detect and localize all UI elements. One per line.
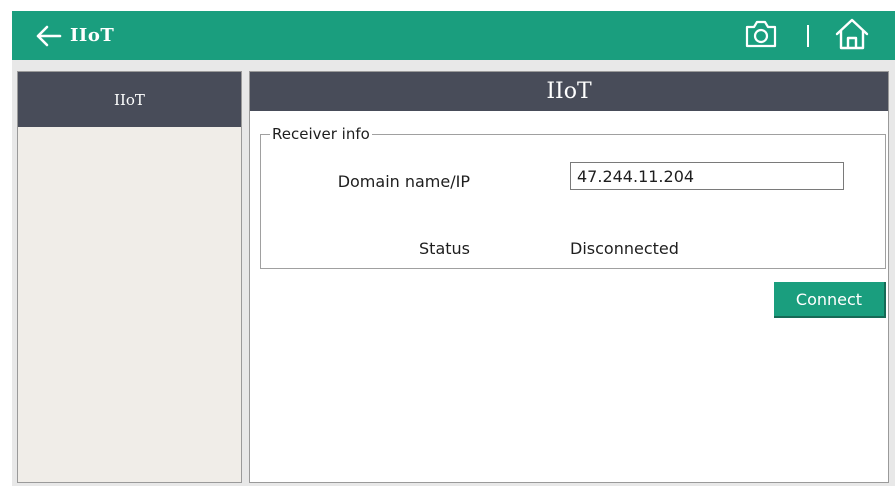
sidebar-item-label: IIoT [114, 90, 145, 109]
camera-icon [744, 19, 778, 53]
sidebar-item-iiot[interactable]: IIoT [18, 72, 241, 127]
receiver-info-group: Receiver info Domain name/IP Status Disc… [260, 125, 886, 269]
top-bar: IIoT [12, 11, 895, 60]
screenshot-button[interactable] [743, 19, 779, 53]
arrow-left-icon [34, 24, 62, 48]
main-panel: IIoT Receiver info Domain name/IP Status… [249, 71, 889, 483]
home-icon [834, 17, 870, 55]
connect-button[interactable]: Connect [774, 282, 886, 318]
app-title: IIoT [70, 25, 115, 46]
status-label: Status [419, 239, 470, 258]
domain-input[interactable] [570, 162, 844, 190]
workspace: IIoT IIoT Receiver info Domain name/IP S… [12, 60, 895, 486]
back-button[interactable]: IIoT [34, 11, 114, 60]
domain-label: Domain name/IP [337, 172, 470, 191]
toolbar-divider [807, 25, 809, 47]
panel-title: IIoT [250, 72, 888, 111]
home-button[interactable] [833, 18, 871, 54]
status-value: Disconnected [570, 239, 679, 258]
group-title: Receiver info [270, 125, 372, 143]
sidebar: IIoT [17, 71, 242, 483]
